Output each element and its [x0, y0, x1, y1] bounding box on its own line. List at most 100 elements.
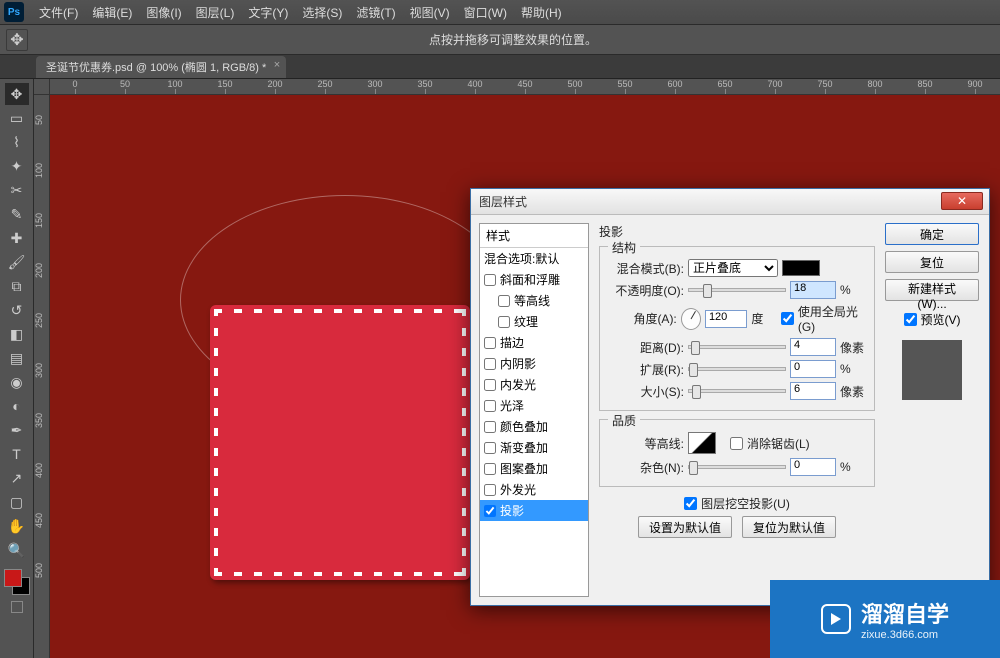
- document-tab[interactable]: 圣诞节优惠券.psd @ 100% (椭圆 1, RGB/8) * ×: [36, 56, 286, 78]
- foreground-color[interactable]: [4, 569, 22, 587]
- pen-tool[interactable]: ✒: [5, 419, 29, 441]
- style-contour-check[interactable]: [498, 295, 510, 307]
- menu-file[interactable]: 文件(F): [32, 4, 85, 21]
- reset-default-button[interactable]: 复位为默认值: [742, 516, 836, 538]
- cancel-button[interactable]: 复位: [885, 251, 979, 273]
- ruler-tick: 400: [450, 79, 500, 94]
- eyedropper-tool[interactable]: ✎: [5, 203, 29, 225]
- make-default-button[interactable]: 设置为默认值: [638, 516, 732, 538]
- layer-style-dialog: 图层样式 ✕ 样式 混合选项:默认 斜面和浮雕 等高线 纹理 描边 内阴影 内发…: [470, 188, 990, 606]
- menu-view[interactable]: 视图(V): [403, 4, 457, 21]
- move-tool-icon[interactable]: ✥: [6, 29, 28, 51]
- ruler-tick: 50: [34, 95, 49, 145]
- type-tool[interactable]: T: [5, 443, 29, 465]
- style-gradient-overlay-check[interactable]: [484, 442, 496, 454]
- spread-slider[interactable]: [688, 367, 786, 371]
- style-drop-shadow-check[interactable]: [484, 505, 496, 517]
- menu-edit[interactable]: 编辑(E): [85, 4, 139, 21]
- menu-help[interactable]: 帮助(H): [514, 4, 569, 21]
- ruler-tick: 800: [850, 79, 900, 94]
- menu-window[interactable]: 窗口(W): [457, 4, 514, 21]
- horizontal-ruler[interactable]: 0 50 100 150 200 250 300 350 400 450 500…: [50, 79, 1000, 95]
- distance-slider[interactable]: [688, 345, 786, 349]
- vertical-ruler[interactable]: 50 100 150 200 250 300 350 400 450 500: [34, 95, 50, 658]
- style-stroke[interactable]: 描边: [480, 332, 588, 353]
- distance-field[interactable]: 4: [790, 338, 836, 356]
- preview-label: 预览(V): [921, 311, 961, 328]
- dodge-tool[interactable]: ◐: [5, 395, 29, 417]
- eraser-tool[interactable]: ◧: [5, 323, 29, 345]
- move-tool[interactable]: ✥: [5, 83, 29, 105]
- marquee-tool[interactable]: ▭: [5, 107, 29, 129]
- knockout-label: 图层挖空投影(U): [701, 495, 790, 512]
- style-satin-check[interactable]: [484, 400, 496, 412]
- ok-button[interactable]: 确定: [885, 223, 979, 245]
- menu-image[interactable]: 图像(I): [139, 4, 188, 21]
- style-inner-shadow-check[interactable]: [484, 358, 496, 370]
- dialog-close-button[interactable]: ✕: [941, 192, 983, 210]
- menu-type[interactable]: 文字(Y): [241, 4, 295, 21]
- style-texture[interactable]: 纹理: [480, 311, 588, 332]
- opacity-slider[interactable]: [688, 288, 786, 292]
- ruler-origin[interactable]: [34, 79, 50, 95]
- angle-dial[interactable]: [681, 308, 701, 330]
- history-brush-tool[interactable]: ↺: [5, 299, 29, 321]
- close-icon[interactable]: ×: [274, 59, 280, 71]
- size-slider[interactable]: [688, 389, 786, 393]
- angle-unit: 度: [751, 310, 776, 327]
- dialog-title[interactable]: 图层样式 ✕: [471, 189, 989, 215]
- wand-tool[interactable]: ✦: [5, 155, 29, 177]
- style-contour[interactable]: 等高线: [480, 290, 588, 311]
- hand-tool[interactable]: ✋: [5, 515, 29, 537]
- style-outer-glow[interactable]: 外发光: [480, 479, 588, 500]
- style-pattern-overlay[interactable]: 图案叠加: [480, 458, 588, 479]
- color-swatches[interactable]: [4, 569, 30, 595]
- antialias-check[interactable]: [730, 437, 743, 450]
- style-texture-check[interactable]: [498, 316, 510, 328]
- style-color-overlay[interactable]: 颜色叠加: [480, 416, 588, 437]
- crop-tool[interactable]: ✂: [5, 179, 29, 201]
- style-pattern-overlay-check[interactable]: [484, 463, 496, 475]
- style-gradient-overlay[interactable]: 渐变叠加: [480, 437, 588, 458]
- angle-field[interactable]: 120: [705, 310, 747, 328]
- size-field[interactable]: 6: [790, 382, 836, 400]
- blend-mode-select[interactable]: 正片叠底: [688, 259, 778, 277]
- style-color-overlay-check[interactable]: [484, 421, 496, 433]
- lasso-tool[interactable]: ⌇: [5, 131, 29, 153]
- style-inner-glow-check[interactable]: [484, 379, 496, 391]
- quickmask-toggle[interactable]: [11, 601, 23, 613]
- style-default[interactable]: 混合选项:默认: [480, 248, 588, 269]
- menu-layer[interactable]: 图层(L): [189, 4, 242, 21]
- stamp-tool[interactable]: ⧉: [5, 275, 29, 297]
- noise-slider[interactable]: [688, 465, 786, 469]
- menu-select[interactable]: 选择(S): [295, 4, 349, 21]
- spread-field[interactable]: 0: [790, 360, 836, 378]
- style-bevel-check[interactable]: [484, 274, 496, 286]
- style-inner-glow[interactable]: 内发光: [480, 374, 588, 395]
- preview-check[interactable]: [904, 313, 917, 326]
- menu-filter[interactable]: 滤镜(T): [349, 4, 402, 21]
- new-style-button[interactable]: 新建样式(W)...: [885, 279, 979, 301]
- contour-picker[interactable]: [688, 432, 716, 454]
- coupon-shape[interactable]: [210, 305, 470, 580]
- global-light-check[interactable]: [781, 312, 794, 325]
- style-inner-shadow[interactable]: 内阴影: [480, 353, 588, 374]
- gradient-tool[interactable]: ▤: [5, 347, 29, 369]
- shape-tool[interactable]: ▢: [5, 491, 29, 513]
- style-bevel[interactable]: 斜面和浮雕: [480, 269, 588, 290]
- blur-tool[interactable]: ◉: [5, 371, 29, 393]
- healing-tool[interactable]: ✚: [5, 227, 29, 249]
- ruler-tick: 200: [250, 79, 300, 94]
- style-stroke-check[interactable]: [484, 337, 496, 349]
- ruler-tick: 450: [34, 495, 49, 545]
- brush-tool[interactable]: 🖌: [5, 251, 29, 273]
- noise-field[interactable]: 0: [790, 458, 836, 476]
- shadow-color-swatch[interactable]: [782, 260, 820, 276]
- style-outer-glow-check[interactable]: [484, 484, 496, 496]
- knockout-check[interactable]: [684, 497, 697, 510]
- zoom-tool[interactable]: 🔍: [5, 539, 29, 561]
- opacity-field[interactable]: 18: [790, 281, 836, 299]
- style-drop-shadow[interactable]: 投影: [480, 500, 588, 521]
- path-tool[interactable]: ↗: [5, 467, 29, 489]
- style-satin[interactable]: 光泽: [480, 395, 588, 416]
